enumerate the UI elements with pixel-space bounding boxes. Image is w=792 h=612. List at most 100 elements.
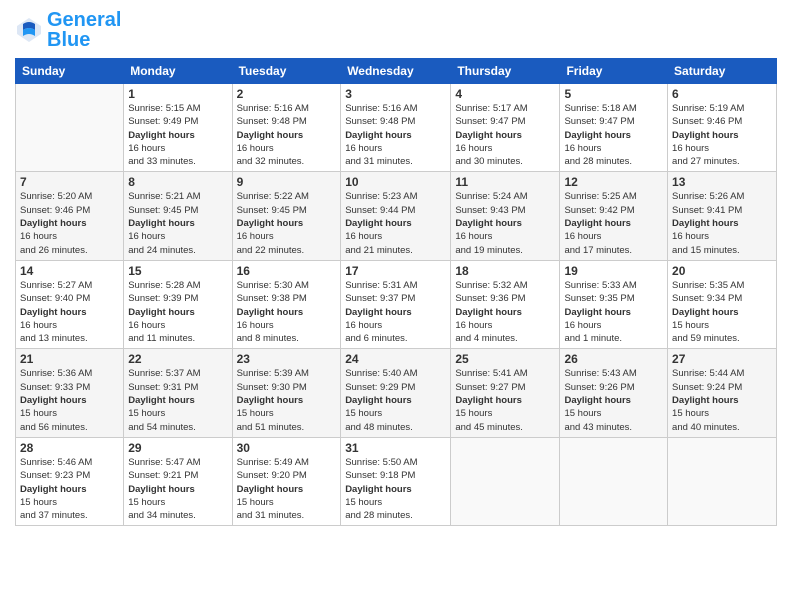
- day-number: 9: [237, 175, 337, 189]
- daylight-label: Daylight hours: [345, 130, 412, 141]
- daylight-label: Daylight hours: [237, 484, 304, 495]
- table-row: 1Sunrise: 5:15 AMSunset: 9:49 PMDaylight…: [124, 84, 232, 172]
- day-number: 13: [672, 175, 772, 189]
- daylight-label: Daylight hours: [672, 307, 739, 318]
- day-number: 22: [128, 352, 227, 366]
- table-row: 2Sunrise: 5:16 AMSunset: 9:48 PMDaylight…: [232, 84, 341, 172]
- day-number: 15: [128, 264, 227, 278]
- calendar-header-row: Sunday Monday Tuesday Wednesday Thursday…: [16, 59, 777, 84]
- daylight-label: Daylight hours: [345, 218, 412, 229]
- day-number: 2: [237, 87, 337, 101]
- day-number: 6: [672, 87, 772, 101]
- day-info: Sunrise: 5:28 AMSunset: 9:39 PMDaylight …: [128, 279, 227, 345]
- day-info: Sunrise: 5:22 AMSunset: 9:45 PMDaylight …: [237, 190, 337, 256]
- col-wednesday: Wednesday: [341, 59, 451, 84]
- day-info: Sunrise: 5:37 AMSunset: 9:31 PMDaylight …: [128, 367, 227, 433]
- table-row: 31Sunrise: 5:50 AMSunset: 9:18 PMDayligh…: [341, 437, 451, 525]
- page: GeneralBlue Sunday Monday Tuesday Wednes…: [0, 0, 792, 612]
- col-tuesday: Tuesday: [232, 59, 341, 84]
- col-saturday: Saturday: [668, 59, 777, 84]
- table-row: 19Sunrise: 5:33 AMSunset: 9:35 PMDayligh…: [560, 260, 668, 348]
- day-info: Sunrise: 5:50 AMSunset: 9:18 PMDaylight …: [345, 456, 446, 522]
- calendar-week-row: 14Sunrise: 5:27 AMSunset: 9:40 PMDayligh…: [16, 260, 777, 348]
- daylight-label: Daylight hours: [237, 307, 304, 318]
- day-info: Sunrise: 5:46 AMSunset: 9:23 PMDaylight …: [20, 456, 119, 522]
- daylight-label: Daylight hours: [564, 307, 631, 318]
- table-row: 29Sunrise: 5:47 AMSunset: 9:21 PMDayligh…: [124, 437, 232, 525]
- day-number: 23: [237, 352, 337, 366]
- daylight-label: Daylight hours: [20, 484, 87, 495]
- table-row: 23Sunrise: 5:39 AMSunset: 9:30 PMDayligh…: [232, 349, 341, 437]
- daylight-label: Daylight hours: [20, 395, 87, 406]
- daylight-label: Daylight hours: [128, 307, 195, 318]
- table-row: 22Sunrise: 5:37 AMSunset: 9:31 PMDayligh…: [124, 349, 232, 437]
- table-row: 20Sunrise: 5:35 AMSunset: 9:34 PMDayligh…: [668, 260, 777, 348]
- table-row: 26Sunrise: 5:43 AMSunset: 9:26 PMDayligh…: [560, 349, 668, 437]
- day-info: Sunrise: 5:25 AMSunset: 9:42 PMDaylight …: [564, 190, 663, 256]
- daylight-label: Daylight hours: [345, 395, 412, 406]
- day-info: Sunrise: 5:44 AMSunset: 9:24 PMDaylight …: [672, 367, 772, 433]
- table-row: 21Sunrise: 5:36 AMSunset: 9:33 PMDayligh…: [16, 349, 124, 437]
- table-row: [451, 437, 560, 525]
- table-row: 11Sunrise: 5:24 AMSunset: 9:43 PMDayligh…: [451, 172, 560, 260]
- logo: GeneralBlue: [15, 10, 121, 50]
- day-info: Sunrise: 5:43 AMSunset: 9:26 PMDaylight …: [564, 367, 663, 433]
- header: GeneralBlue: [15, 10, 777, 50]
- day-number: 4: [455, 87, 555, 101]
- day-number: 31: [345, 441, 446, 455]
- day-number: 12: [564, 175, 663, 189]
- day-info: Sunrise: 5:26 AMSunset: 9:41 PMDaylight …: [672, 190, 772, 256]
- day-info: Sunrise: 5:31 AMSunset: 9:37 PMDaylight …: [345, 279, 446, 345]
- table-row: 7Sunrise: 5:20 AMSunset: 9:46 PMDaylight…: [16, 172, 124, 260]
- daylight-label: Daylight hours: [237, 218, 304, 229]
- day-info: Sunrise: 5:40 AMSunset: 9:29 PMDaylight …: [345, 367, 446, 433]
- table-row: 18Sunrise: 5:32 AMSunset: 9:36 PMDayligh…: [451, 260, 560, 348]
- daylight-label: Daylight hours: [345, 484, 412, 495]
- day-number: 30: [237, 441, 337, 455]
- day-number: 7: [20, 175, 119, 189]
- day-info: Sunrise: 5:23 AMSunset: 9:44 PMDaylight …: [345, 190, 446, 256]
- col-thursday: Thursday: [451, 59, 560, 84]
- day-info: Sunrise: 5:21 AMSunset: 9:45 PMDaylight …: [128, 190, 227, 256]
- day-info: Sunrise: 5:41 AMSunset: 9:27 PMDaylight …: [455, 367, 555, 433]
- day-info: Sunrise: 5:39 AMSunset: 9:30 PMDaylight …: [237, 367, 337, 433]
- day-info: Sunrise: 5:16 AMSunset: 9:48 PMDaylight …: [237, 102, 337, 168]
- day-number: 11: [455, 175, 555, 189]
- table-row: 10Sunrise: 5:23 AMSunset: 9:44 PMDayligh…: [341, 172, 451, 260]
- day-info: Sunrise: 5:18 AMSunset: 9:47 PMDaylight …: [564, 102, 663, 168]
- day-number: 24: [345, 352, 446, 366]
- daylight-label: Daylight hours: [237, 395, 304, 406]
- daylight-label: Daylight hours: [128, 395, 195, 406]
- table-row: [16, 84, 124, 172]
- day-number: 3: [345, 87, 446, 101]
- table-row: 13Sunrise: 5:26 AMSunset: 9:41 PMDayligh…: [668, 172, 777, 260]
- day-info: Sunrise: 5:30 AMSunset: 9:38 PMDaylight …: [237, 279, 337, 345]
- daylight-label: Daylight hours: [128, 484, 195, 495]
- day-info: Sunrise: 5:20 AMSunset: 9:46 PMDaylight …: [20, 190, 119, 256]
- day-number: 27: [672, 352, 772, 366]
- table-row: 5Sunrise: 5:18 AMSunset: 9:47 PMDaylight…: [560, 84, 668, 172]
- table-row: 3Sunrise: 5:16 AMSunset: 9:48 PMDaylight…: [341, 84, 451, 172]
- table-row: 24Sunrise: 5:40 AMSunset: 9:29 PMDayligh…: [341, 349, 451, 437]
- day-info: Sunrise: 5:33 AMSunset: 9:35 PMDaylight …: [564, 279, 663, 345]
- daylight-label: Daylight hours: [672, 395, 739, 406]
- logo-icon: [15, 16, 43, 44]
- day-info: Sunrise: 5:16 AMSunset: 9:48 PMDaylight …: [345, 102, 446, 168]
- day-info: Sunrise: 5:32 AMSunset: 9:36 PMDaylight …: [455, 279, 555, 345]
- daylight-label: Daylight hours: [237, 130, 304, 141]
- col-monday: Monday: [124, 59, 232, 84]
- daylight-label: Daylight hours: [455, 218, 522, 229]
- day-info: Sunrise: 5:35 AMSunset: 9:34 PMDaylight …: [672, 279, 772, 345]
- calendar-week-row: 21Sunrise: 5:36 AMSunset: 9:33 PMDayligh…: [16, 349, 777, 437]
- day-info: Sunrise: 5:36 AMSunset: 9:33 PMDaylight …: [20, 367, 119, 433]
- day-number: 21: [20, 352, 119, 366]
- daylight-label: Daylight hours: [455, 307, 522, 318]
- daylight-label: Daylight hours: [20, 307, 87, 318]
- table-row: 16Sunrise: 5:30 AMSunset: 9:38 PMDayligh…: [232, 260, 341, 348]
- table-row: 12Sunrise: 5:25 AMSunset: 9:42 PMDayligh…: [560, 172, 668, 260]
- daylight-label: Daylight hours: [672, 218, 739, 229]
- day-number: 17: [345, 264, 446, 278]
- table-row: [560, 437, 668, 525]
- day-number: 5: [564, 87, 663, 101]
- col-friday: Friday: [560, 59, 668, 84]
